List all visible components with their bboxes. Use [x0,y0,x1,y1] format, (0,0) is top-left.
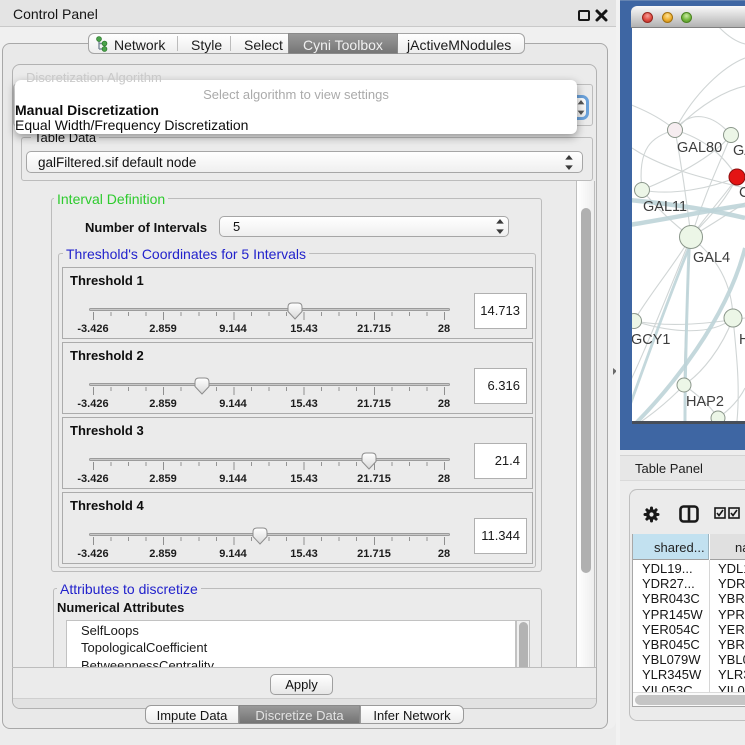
svg-text:GAL4: GAL4 [693,250,730,266]
svg-text:GAL11: GAL11 [643,199,687,215]
svg-text:GA: GA [733,143,745,159]
svg-text:GAL80: GAL80 [677,140,722,156]
svg-text:HAP2: HAP2 [686,394,724,410]
svg-text:GCY1: GCY1 [632,332,671,348]
svg-text:H: H [739,332,745,348]
svg-text:C: C [739,185,745,201]
